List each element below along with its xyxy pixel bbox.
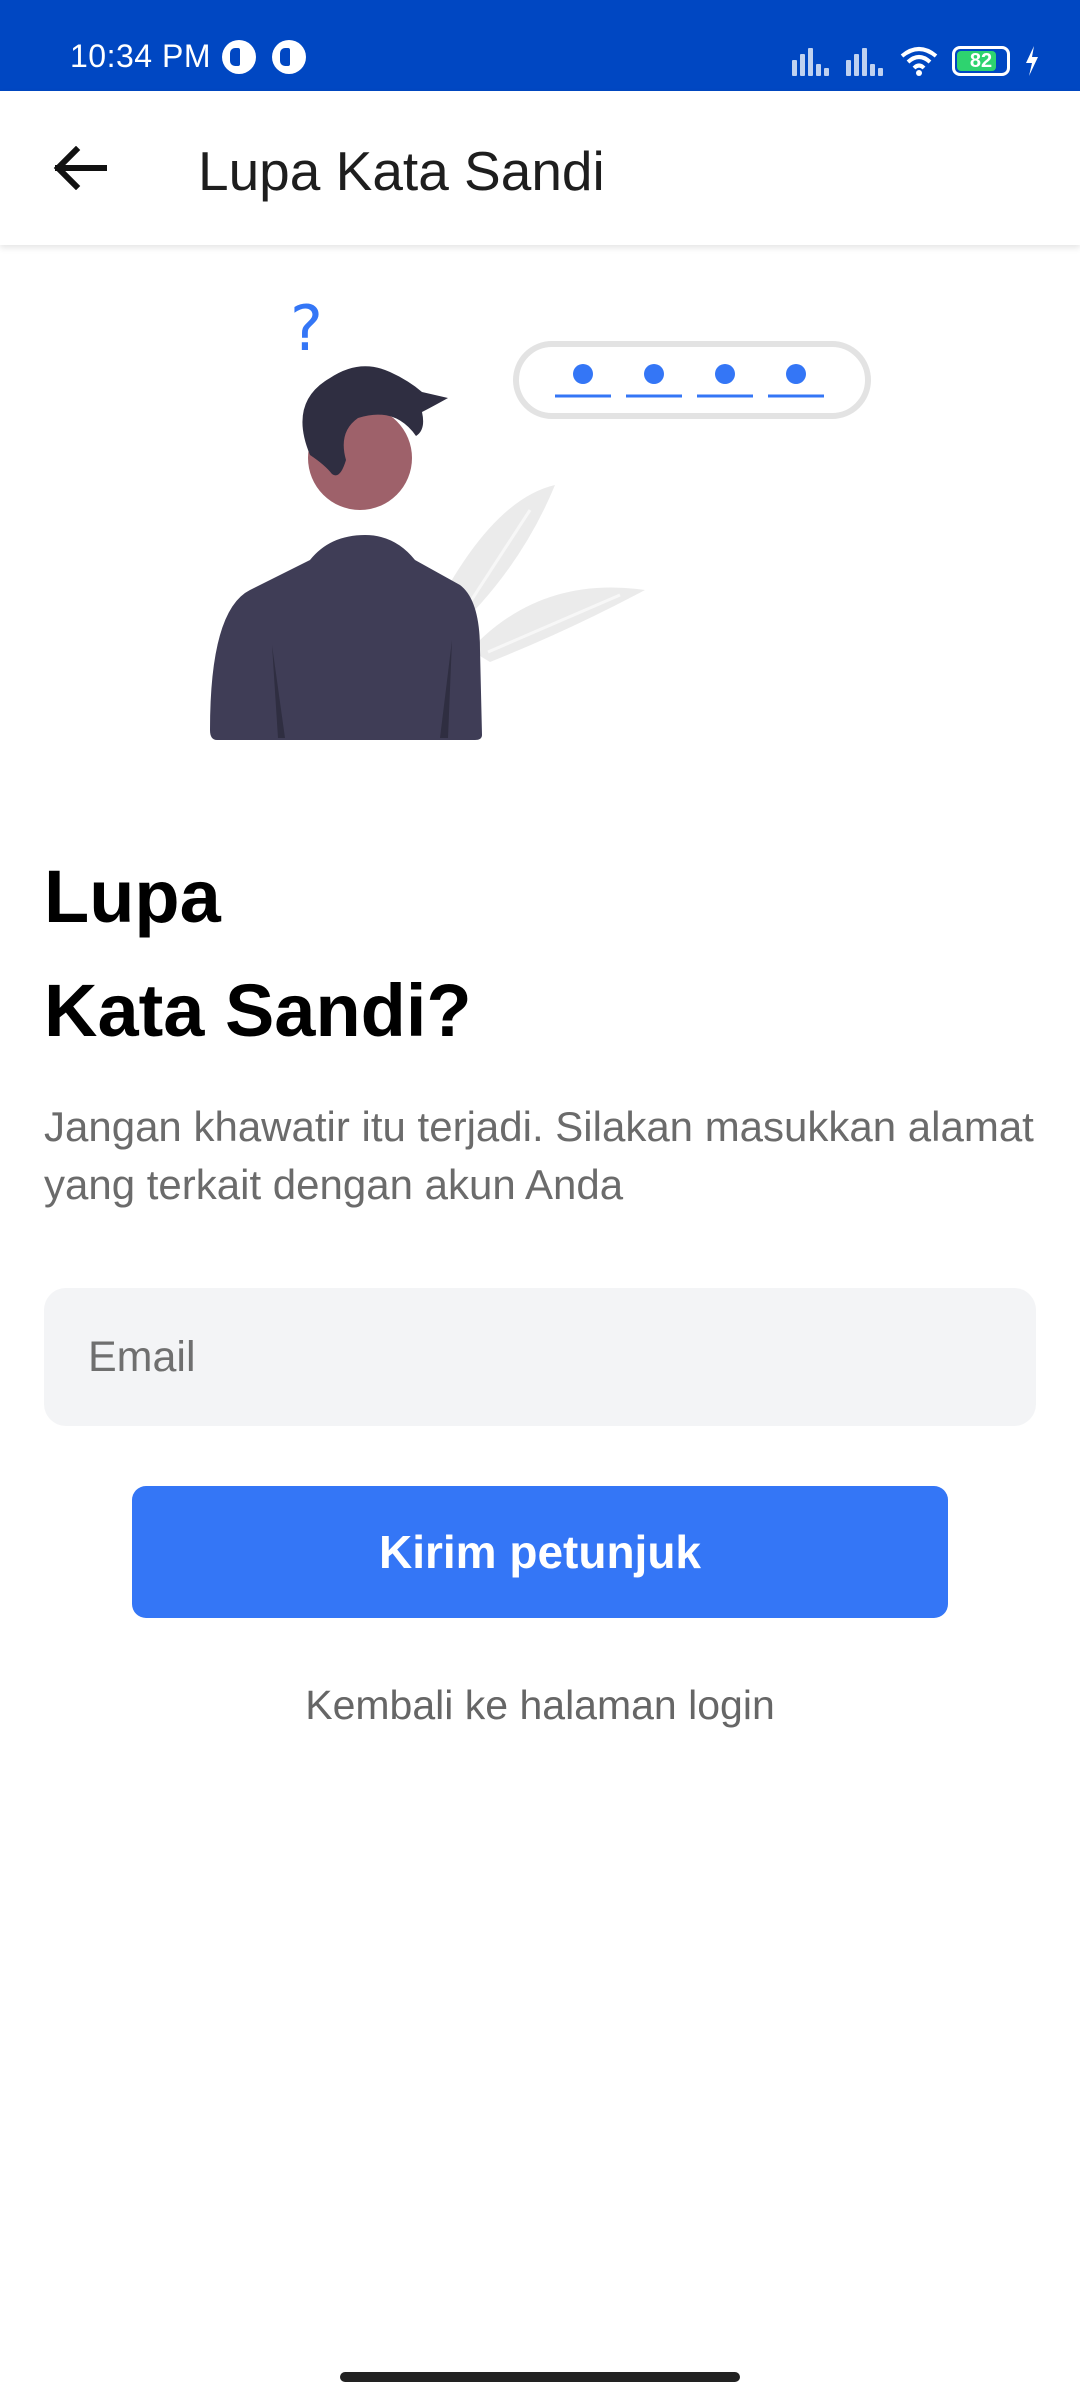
pin-dot [715,364,735,384]
home-indicator[interactable] [340,2372,740,2382]
back-button[interactable] [40,133,120,203]
charging-icon [1026,46,1038,76]
pin-dot [644,364,664,384]
status-icons: 82 [792,40,1040,76]
app-notification-icon [272,40,306,74]
send-instructions-button[interactable]: Kirim petunjuk [132,1486,948,1618]
person-body [210,535,482,740]
heading-line-1: Lupa [44,855,221,938]
battery-level: 82 [969,50,993,72]
status-time: 10:34 PM [70,38,211,74]
signal-icon [846,46,886,76]
page-heading: Lupa Kata Sandi? [44,840,472,1068]
page-title: Lupa Kata Sandi [198,140,605,202]
signal-icon [792,46,832,76]
password-bubble [513,341,871,419]
leaf-shape [470,587,645,662]
forgot-password-illustration: ? [210,292,871,740]
arrow-left-icon [53,146,107,190]
pin-dot [573,364,593,384]
wifi-icon [900,47,938,76]
question-mark: ? [290,292,323,365]
description-text: Jangan khawatir itu terjadi. Silakan mas… [44,1103,1034,1208]
pin-dot [786,364,806,384]
email-field[interactable] [44,1288,1036,1426]
status-bar: 10:34 PM 82 [0,0,1080,91]
app-bar: Lupa Kata Sandi [0,91,1080,245]
back-to-login-link[interactable]: Kembali ke halaman login [0,1682,1080,1729]
heading-line-2: Kata Sandi? [44,969,472,1052]
battery-icon: 82 [952,46,1010,76]
app-notification-icon [222,40,256,74]
